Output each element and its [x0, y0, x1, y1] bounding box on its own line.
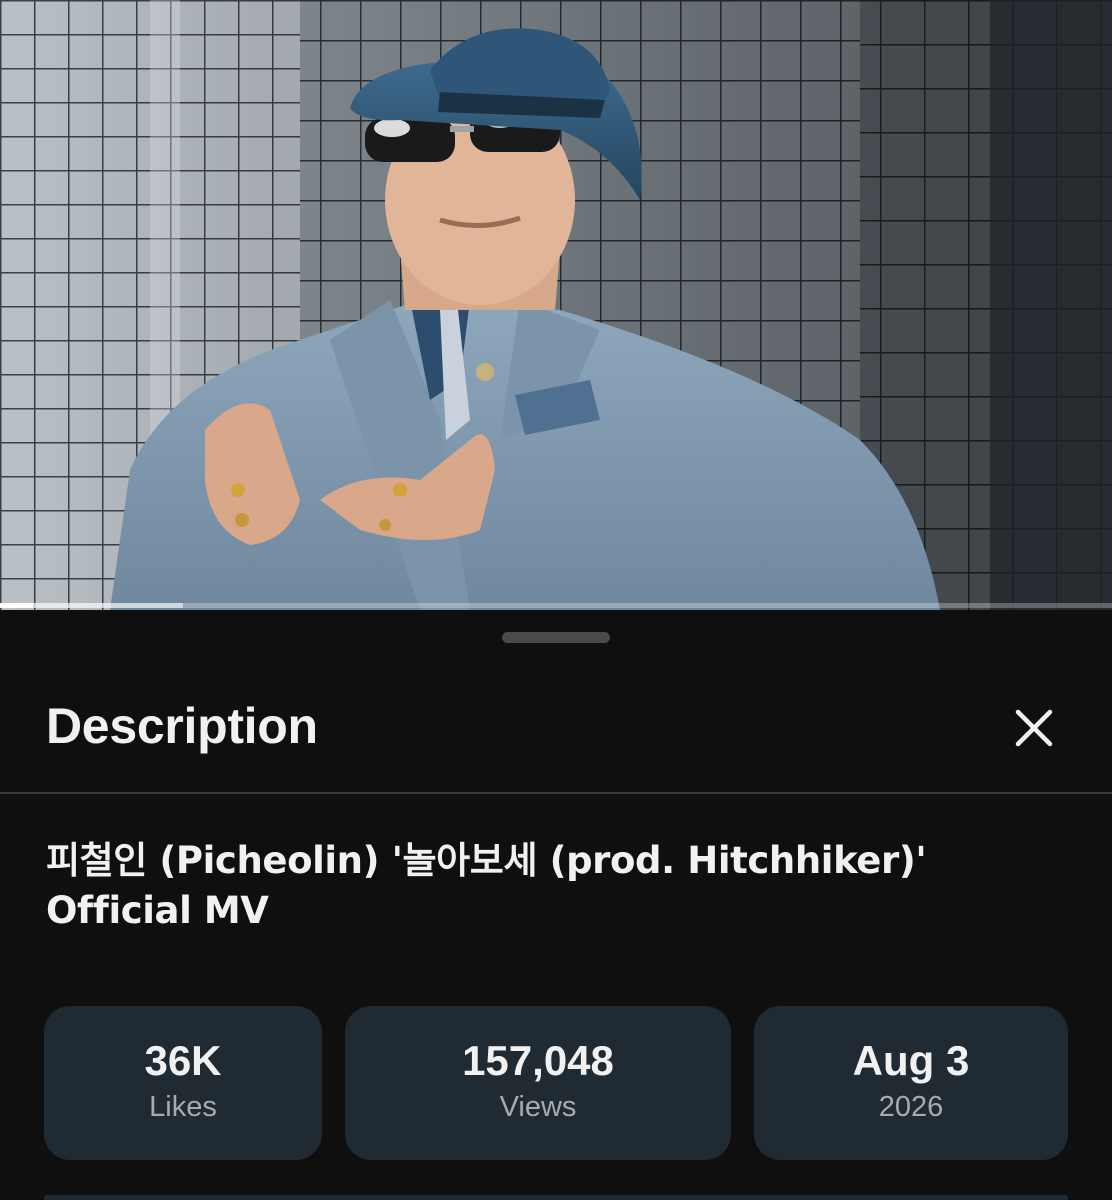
header-divider	[0, 792, 1112, 794]
likes-label: Likes	[149, 1091, 217, 1123]
next-card-edge	[44, 1195, 1068, 1200]
stats-row: 36K Likes 157,048 Views Aug 3 2026	[0, 1006, 1112, 1160]
description-sheet: Description 피철인 (Picheolin) '놀아보세 (prod.…	[0, 610, 1112, 1200]
description-screen: Description 피철인 (Picheolin) '놀아보세 (prod.…	[0, 0, 1112, 1200]
publish-date: Aug 3	[852, 1037, 970, 1084]
video-progress-fill	[0, 603, 34, 608]
close-button[interactable]	[1004, 698, 1064, 758]
video-title: 피철인 (Picheolin) '놀아보세 (prod. Hitchhiker)…	[46, 839, 927, 932]
date-stat: Aug 3 2026	[754, 1006, 1068, 1160]
sheet-drag-handle[interactable]	[502, 632, 610, 643]
likes-count: 36K	[144, 1037, 222, 1084]
views-label: Views	[499, 1091, 577, 1123]
video-player[interactable]	[0, 0, 1112, 610]
publish-year: 2026	[878, 1091, 944, 1123]
video-progress-bar[interactable]	[0, 603, 1112, 608]
views-count: 157,048	[462, 1037, 614, 1084]
sheet-title: Description	[46, 698, 318, 754]
close-icon	[1015, 709, 1053, 747]
video-frame-image	[0, 0, 1112, 610]
likes-stat: 36K Likes	[44, 1006, 322, 1160]
views-stat: 157,048 Views	[345, 1006, 731, 1160]
